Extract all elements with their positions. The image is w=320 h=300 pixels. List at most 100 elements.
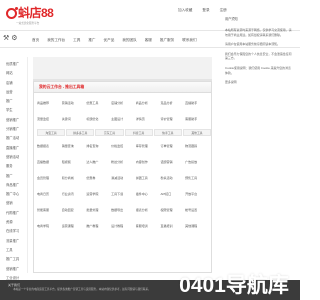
tool-link[interactable]: 流量监控	[37, 117, 62, 121]
tool-link[interactable]: 营销活动	[62, 101, 87, 105]
tool-tab[interactable]: 抖音工具	[124, 129, 153, 136]
tool-link[interactable]: 内容创作	[136, 160, 161, 164]
login-link[interactable]: 登录	[202, 8, 209, 13]
tool-link[interactable]: 报表分析	[136, 208, 161, 212]
sidebar-item[interactable]: 推广活动	[0, 134, 27, 143]
tool-link[interactable]: 其他课程	[185, 224, 210, 228]
tool-link[interactable]: 商品推荐	[37, 101, 62, 105]
tool-link[interactable]: 销量查询	[62, 144, 87, 148]
nav-item[interactable]: 工具	[73, 38, 80, 43]
nav-item[interactable]: 我的团队	[122, 38, 136, 43]
tool-tab[interactable]: 淘宝工具	[37, 129, 66, 136]
tool-link[interactable]: 直播培训	[160, 224, 185, 228]
tool-link[interactable]: 运营课程	[62, 224, 87, 228]
sidebar-item[interactable]: 营销	[0, 199, 27, 208]
tool-tab[interactable]: 快手工具	[153, 129, 182, 136]
sidebar-item[interactable]: 营销推广	[0, 116, 27, 125]
tool-tab[interactable]: 其他工具	[182, 129, 212, 136]
sidebar-item[interactable]: 服务	[0, 162, 27, 171]
tool-link[interactable]: 推广教程	[86, 224, 111, 228]
tool-link[interactable]: 粉丝分析	[111, 160, 136, 164]
tool-link[interactable]: 智能客服	[37, 208, 62, 212]
tool-link[interactable]: 数据报表	[37, 144, 62, 148]
sidebar-item[interactable]: 推广工具	[0, 255, 27, 264]
tool-link[interactable]: 数据导出	[111, 208, 136, 212]
tool-link[interactable]: 关键词	[62, 117, 87, 121]
tool-link[interactable]: 插件中心	[136, 192, 161, 196]
sidebar-item[interactable]: 推广中心	[0, 190, 27, 199]
tool-link[interactable]: 物流跟踪	[185, 144, 210, 148]
tool-link[interactable]: 排名查询	[86, 144, 111, 148]
sidebar-item[interactable]: 代购推广	[0, 209, 27, 218]
gear-icon[interactable]: ⚙	[11, 34, 17, 42]
sidebar-item[interactable]: 营销活动	[0, 153, 27, 162]
sidebar-item[interactable]: 资源	[0, 218, 27, 227]
tool-link[interactable]: 电商日历	[37, 192, 62, 196]
tool-link[interactable]: 权限管理	[160, 208, 185, 212]
tool-link[interactable]: 主图设计	[111, 117, 136, 121]
tool-link[interactable]: 客服培训	[136, 224, 161, 228]
sidebar-item[interactable]: 运营	[0, 88, 27, 97]
sidebar-item[interactable]: 推广	[0, 97, 27, 106]
tool-link[interactable]: 设计教程	[111, 224, 136, 228]
tool-link[interactable]: 直播助手	[185, 101, 210, 105]
sidebar-item[interactable]: 工具	[0, 246, 27, 255]
logo[interactable]: 蚪店88	[6, 5, 54, 21]
tool-link[interactable]: 拼团工具	[136, 176, 161, 180]
tool-link[interactable]: 库存管理	[136, 144, 161, 148]
tool-link[interactable]: 详情页	[136, 117, 161, 121]
tool-link[interactable]: 秒杀活动	[160, 176, 185, 180]
nav-item[interactable]: 推广服务	[160, 38, 174, 43]
tool-link[interactable]: 满减活动	[111, 176, 136, 180]
tool-link[interactable]: API接口	[160, 192, 185, 196]
nav-item[interactable]: 推广	[88, 38, 95, 43]
tool-link[interactable]: 积分商城	[62, 176, 87, 180]
nav-item[interactable]: 首页	[32, 38, 39, 43]
tool-link[interactable]: 预售工具	[185, 176, 210, 180]
nav-item[interactable]: 客服	[145, 38, 152, 43]
tool-icon[interactable]: ⚒	[3, 34, 9, 42]
tool-link[interactable]: 店铺分析	[111, 101, 136, 105]
tool-link[interactable]: 达人推广	[86, 160, 111, 164]
sidebar-item[interactable]: 商品推广	[0, 181, 27, 190]
sidebar-item[interactable]: 学生	[0, 106, 27, 115]
tool-link[interactable]: 竞品分析	[160, 101, 185, 105]
sidebar-item[interactable]: 营销推广	[0, 265, 27, 274]
sidebar-item[interactable]: 流量推广	[0, 237, 27, 246]
sidebar-item[interactable]: 直播推广	[0, 144, 27, 153]
tool-link[interactable]: 评价管理	[160, 117, 185, 121]
tool-link[interactable]: 短视频	[62, 160, 87, 164]
sidebar-item[interactable]: 店铺	[0, 79, 27, 88]
tool-link[interactable]: 优惠券	[86, 176, 111, 180]
tool-link[interactable]: 运营学院	[86, 192, 111, 196]
tool-link[interactable]: 话题营销	[160, 160, 185, 164]
nav-item[interactable]: 我的工作台	[47, 38, 65, 43]
tool-link[interactable]: 工具下载	[111, 192, 136, 196]
tool-tab[interactable]: 京东工具	[95, 129, 124, 136]
tool-link[interactable]: 帐号设置	[185, 208, 210, 212]
tool-link[interactable]: 会员管理	[37, 176, 62, 180]
favorite-link[interactable]: 加入收藏	[178, 8, 192, 13]
tool-link[interactable]: 自动回复	[62, 208, 87, 212]
tool-link[interactable]: 行业资讯	[62, 192, 87, 196]
sidebar-item[interactable]: 网站	[0, 69, 27, 78]
tool-link[interactable]: 标题优化	[86, 117, 111, 121]
sidebar-item[interactable]: 分销推广	[0, 125, 27, 134]
tool-link[interactable]: 直播数据	[37, 160, 62, 164]
sidebar-item[interactable]: 优质推广	[0, 60, 27, 69]
nav-item[interactable]: 优产品	[104, 38, 115, 43]
sidebar-item[interactable]: 推广	[0, 172, 27, 181]
tool-tab[interactable]: 拼多多工具	[66, 129, 95, 136]
tool-link[interactable]: 广告投放	[185, 160, 210, 164]
tool-link[interactable]: 电商学院	[37, 224, 62, 228]
tool-link[interactable]: 开放平台	[185, 192, 210, 196]
tool-link[interactable]: 客服助手	[185, 117, 210, 121]
tool-link[interactable]: 价格监控	[111, 144, 136, 148]
nav-item[interactable]: 联系我们	[182, 38, 196, 43]
tool-link[interactable]: 商品分析	[136, 101, 161, 105]
tool-link[interactable]: 订单管理	[160, 144, 185, 148]
sidebar-item[interactable]: 在线学习	[0, 227, 27, 236]
register-link[interactable]: 注册	[220, 8, 227, 13]
tool-link[interactable]: 优惠工具	[86, 101, 111, 105]
tool-link[interactable]: 批量处理	[86, 208, 111, 212]
